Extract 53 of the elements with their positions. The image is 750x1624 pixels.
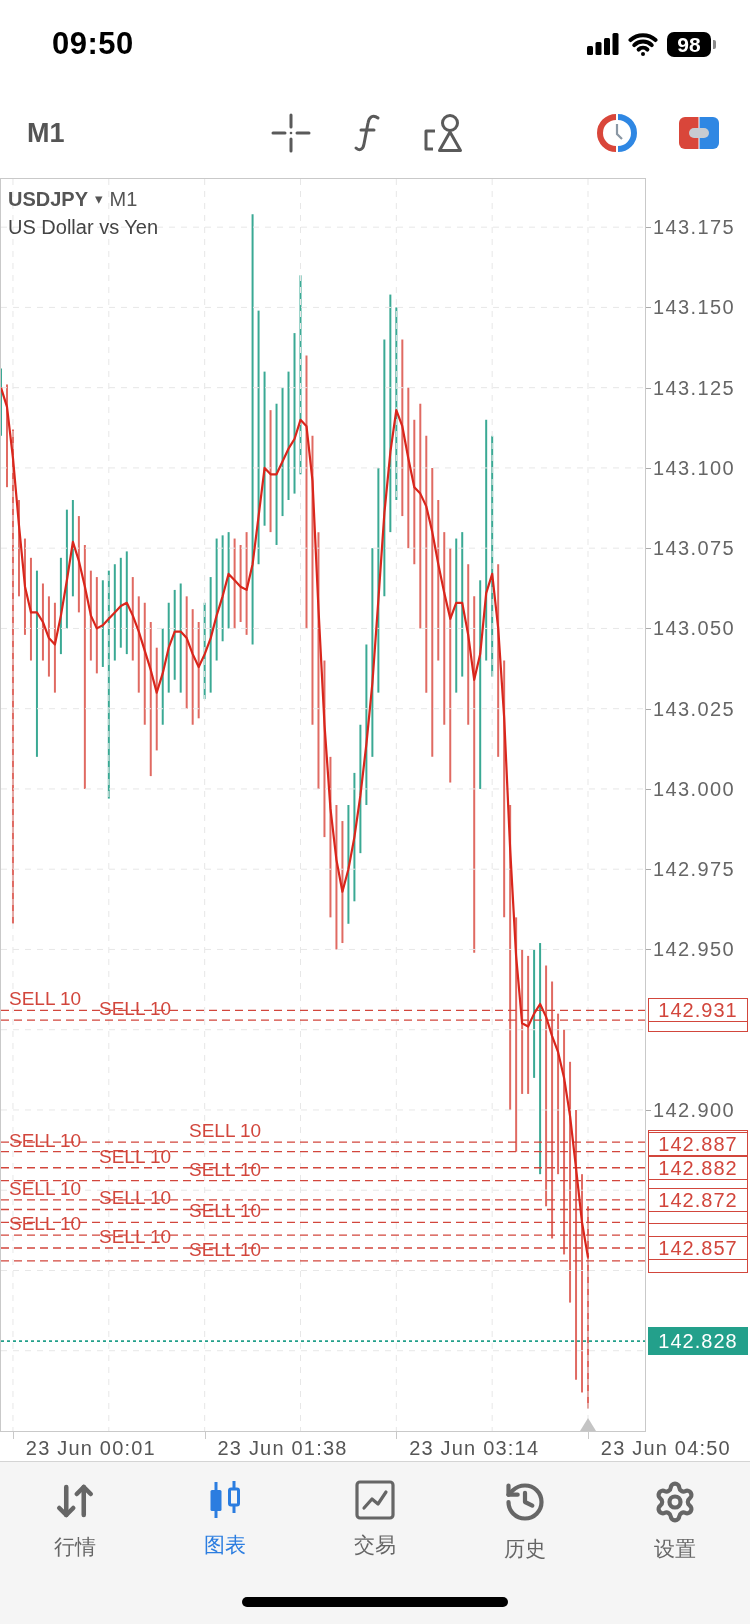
order-label: SELL 10 (189, 1121, 262, 1141)
signal-icon (587, 33, 619, 55)
order-label: SELL 10 (9, 989, 82, 1009)
order-label: SELL 10 (99, 999, 172, 1019)
battery-indicator: 98 (667, 31, 716, 57)
price-axis-label: 143.075 (646, 536, 736, 561)
symbol-description: US Dollar vs Yen (8, 215, 159, 240)
price-axis-label: 143.000 (646, 776, 736, 801)
price-axis-label: 143.125 (646, 375, 736, 400)
time-axis-label: 23 Jun 00:01 (25, 1437, 156, 1459)
status-time: 09:50 (52, 26, 134, 62)
price-tag: 142.882 (648, 1155, 748, 1180)
price-axis-label: 143.025 (646, 696, 736, 721)
price-axis-label: 143.050 (646, 616, 736, 641)
symbol-label[interactable]: USDJPY (8, 187, 89, 211)
price-axis-label: 143.175 (646, 215, 736, 240)
price-tag: 142.931 (648, 998, 748, 1023)
time-axis-label: 23 Jun 01:38 (217, 1437, 348, 1459)
order-label: SELL 10 (99, 1188, 172, 1208)
price-axis-label: 142.950 (646, 937, 736, 962)
price-axis-label: 143.150 (646, 295, 736, 320)
order-label: SELL 10 (9, 1214, 82, 1234)
dropdown-caret[interactable]: ▾ (95, 190, 103, 208)
price-tag: 142.857 (648, 1236, 748, 1260)
price-tag: 142.872 (648, 1187, 748, 1212)
timeframe-button[interactable]: M1 (27, 117, 67, 149)
tab[interactable]: 图表 (204, 1480, 246, 1564)
order-label: SELL 10 (189, 1239, 262, 1259)
order-label: SELL 10 (189, 1159, 262, 1179)
function-icon[interactable] (353, 113, 381, 153)
order-label: SELL 10 (99, 1146, 172, 1166)
time-axis-label: 23 Jun 03:14 (409, 1437, 540, 1459)
price-tag: 142.887 (648, 1131, 748, 1156)
line-chart-icon (355, 1480, 395, 1520)
clock-icon[interactable] (597, 113, 637, 153)
price-axis-label: 143.100 (646, 455, 736, 480)
price-axis-label: 142.975 (646, 857, 736, 882)
shapes-icon[interactable] (423, 113, 463, 153)
price-axis-label: 142.900 (646, 1097, 736, 1122)
toggle-icon[interactable] (679, 117, 719, 149)
history-icon (503, 1480, 547, 1524)
order-label: SELL 10 (99, 1227, 172, 1246)
timeframe-label: M1 (109, 187, 138, 211)
tab[interactable]: 历史 (503, 1480, 547, 1564)
crosshair-icon[interactable] (271, 113, 311, 153)
time-axis-label: 23 Jun 04:50 (600, 1437, 731, 1459)
order-label: SELL 10 (9, 1178, 82, 1198)
tab[interactable]: 交易 (354, 1480, 396, 1564)
tab[interactable]: 行情 (54, 1480, 96, 1564)
current-price-tag: 142.828 (648, 1327, 748, 1356)
order-label: SELL 10 (189, 1201, 262, 1221)
order-label: SELL 10 (9, 1130, 82, 1150)
tab[interactable]: 设置 (653, 1480, 697, 1564)
